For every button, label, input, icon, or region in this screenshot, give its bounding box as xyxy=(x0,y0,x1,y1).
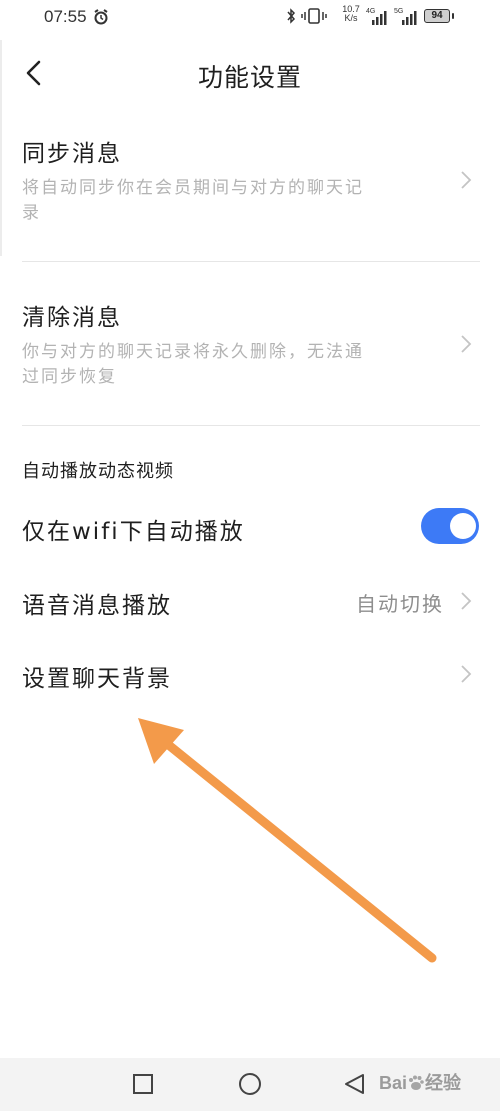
sync-desc-line-1: 将自动同步你在会员期间与对方的聊天记 xyxy=(22,178,364,198)
voice-playback-label: 语音消息播放 xyxy=(22,593,172,619)
sync-desc-line-2: 录 xyxy=(22,203,41,223)
chat-background-label: 设置聊天背景 xyxy=(22,666,172,692)
status-time: 07:55 xyxy=(44,7,87,26)
chevron-right-icon xyxy=(460,664,472,688)
network-speed: 10.7 K/s xyxy=(338,5,364,23)
sync-messages-title: 同步消息 xyxy=(22,141,122,167)
voice-playback-item[interactable]: 语音消息播放 自动切换 xyxy=(0,582,500,622)
vibrate-icon xyxy=(300,7,328,29)
wifi-autoplay-toggle[interactable] xyxy=(421,508,479,544)
recents-button[interactable] xyxy=(132,1073,154,1099)
clear-messages-desc: 你与对方的聊天记录将永久删除，无法通 过同步恢复 xyxy=(22,340,392,390)
alarm-icon xyxy=(93,9,109,29)
speed-unit: K/s xyxy=(344,13,358,23)
watermark-brand: Bai xyxy=(379,1073,408,1093)
divider xyxy=(22,261,480,262)
toggle-knob xyxy=(450,513,476,539)
divider xyxy=(22,425,480,426)
watermark-suffix: 经验 xyxy=(425,1073,462,1093)
voice-playback-value: 自动切换 xyxy=(356,592,444,616)
wifi-autoplay-label: 仅在wifi下自动播放 xyxy=(22,519,245,545)
clear-desc-line-1: 你与对方的聊天记录将永久删除，无法通 xyxy=(22,342,364,362)
chevron-right-icon xyxy=(460,170,472,194)
back-triangle-icon xyxy=(345,1074,364,1094)
chat-background-item[interactable]: 设置聊天背景 xyxy=(0,655,500,695)
clear-messages-title: 清除消息 xyxy=(22,305,122,331)
clear-desc-line-2: 过同步恢复 xyxy=(22,367,117,387)
sync-messages-item[interactable]: 同步消息 将自动同步你在会员期间与对方的聊天记 录 xyxy=(0,128,500,258)
battery-icon: 94 xyxy=(424,9,450,23)
watermark: Bai 经验 xyxy=(379,1069,479,1099)
header: 功能设置 xyxy=(0,44,500,104)
page-title: 功能设置 xyxy=(197,63,302,92)
chevron-right-icon xyxy=(460,591,472,615)
sync-messages-desc: 将自动同步你在会员期间与对方的聊天记 录 xyxy=(22,176,392,226)
home-circle-icon xyxy=(239,1073,261,1095)
paw-icon xyxy=(409,1075,424,1090)
bluetooth-icon xyxy=(286,7,296,29)
home-button[interactable] xyxy=(238,1072,262,1100)
clear-messages-item[interactable]: 清除消息 你与对方的聊天记录将永久删除，无法通 过同步恢复 xyxy=(0,292,500,422)
status-bar: 07:55 10.7 K/s 4G 5G 94 xyxy=(0,0,500,36)
recents-square-icon xyxy=(133,1074,153,1094)
section-label-autoplay: 自动播放动态视频 xyxy=(22,461,174,482)
chevron-right-icon xyxy=(460,334,472,358)
battery-tip xyxy=(452,13,454,19)
back-nav-button[interactable] xyxy=(343,1072,367,1100)
